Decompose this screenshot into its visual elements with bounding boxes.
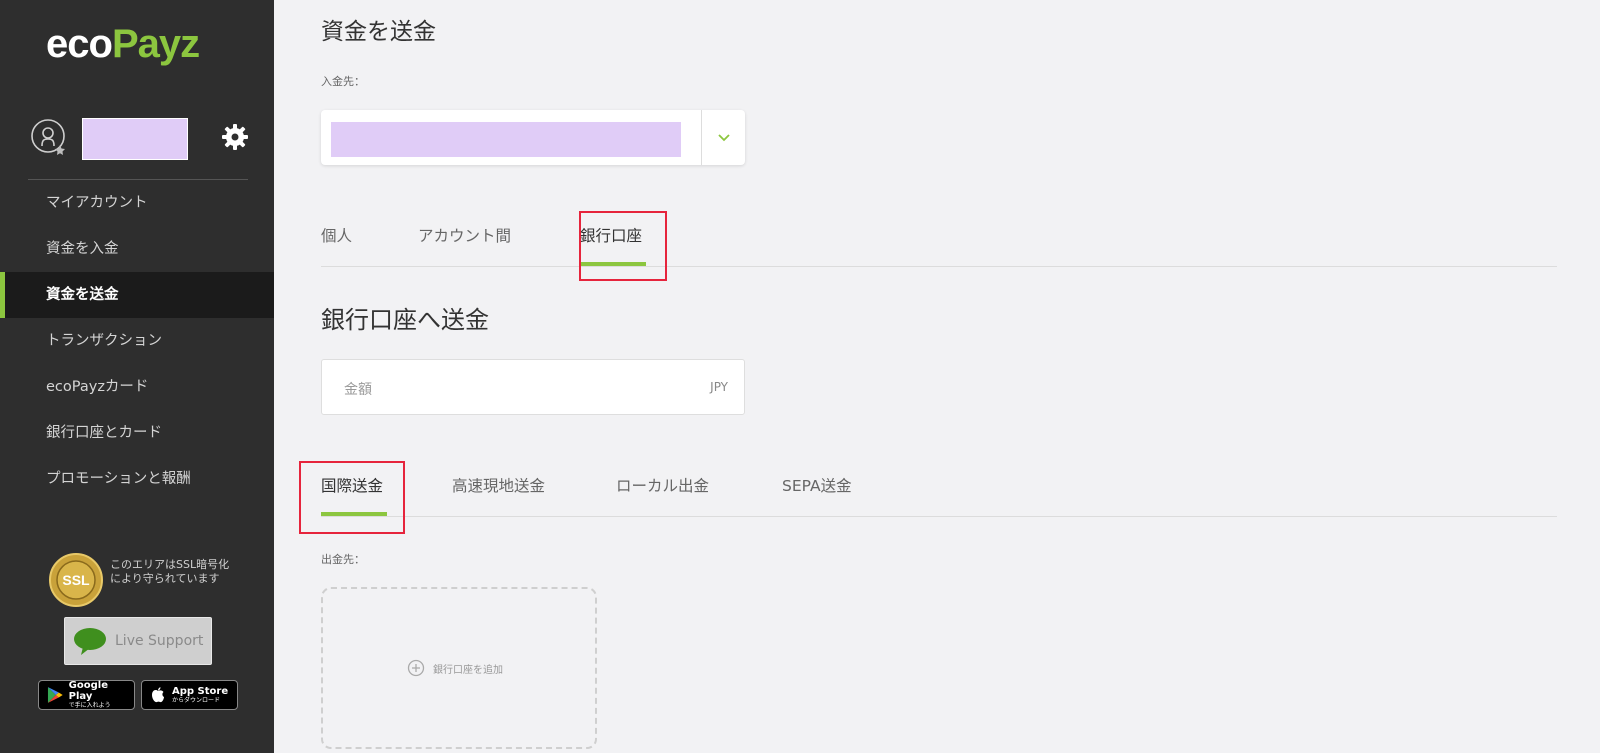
apple-icon [152, 687, 164, 703]
chat-bubble-icon [74, 628, 106, 655]
google-play-icon [47, 687, 63, 703]
username-redacted [82, 118, 188, 160]
app-store-subtitle: からダウンロード [172, 696, 221, 704]
google-play-badge[interactable]: Google Play で手に入れよう [38, 680, 135, 710]
user-avatar-icon[interactable] [30, 118, 70, 158]
tab-sepa[interactable]: SEPA送金 [782, 474, 852, 496]
sidebar-nav: マイアカウント 資金を入金 資金を送金 トランザクション ecoPayzカード … [0, 180, 274, 502]
ssl-notice: このエリアはSSL暗号化により守られています [110, 558, 230, 585]
destination-account-select[interactable] [321, 110, 745, 165]
transfer-method-tabs: 国際送金 高速現地送金 ローカル出金 SEPA送金 [321, 474, 1557, 517]
ssl-badge-label: SSL [62, 572, 90, 588]
google-play-subtitle: で手に入れよう [68, 702, 111, 709]
tab-personal[interactable]: 個人 [321, 224, 352, 246]
sidebar-item-deposit[interactable]: 資金を入金 [0, 226, 274, 272]
tab-local-withdrawal[interactable]: ローカル出金 [616, 474, 709, 496]
deposit-to-label: 入金先： [321, 75, 365, 88]
account-redacted [331, 122, 681, 157]
app-store-badge[interactable]: App Store からダウンロード [141, 680, 238, 710]
section-title: 銀行口座へ送金 [321, 306, 489, 334]
profile-area [30, 116, 250, 160]
ssl-badge-icon: SSL [49, 553, 103, 607]
select-separator [701, 110, 702, 165]
sidebar-item-transactions[interactable]: トランザクション [0, 318, 274, 364]
withdraw-to-label: 出金先： [321, 553, 365, 566]
live-support-button[interactable]: Live Support [64, 617, 212, 665]
app-store-title: App Store [172, 685, 229, 697]
ecopayz-logo[interactable]: ecoPayz [46, 22, 200, 67]
add-bank-account-card[interactable]: 銀行口座を追加 [321, 587, 597, 749]
highlight-box-international-tab [299, 461, 405, 534]
main-content: 資金を送金 入金先： 個人 アカウント間 銀行口座 銀行口座へ送金 金額 JPY… [274, 0, 1600, 753]
currency-label: JPY [710, 380, 728, 394]
sidebar-item-promotions[interactable]: プロモーションと報酬 [0, 456, 274, 502]
amount-placeholder: 金額 [344, 382, 372, 398]
plus-circle-icon [407, 659, 425, 677]
sidebar: ecoPayz マイアカウント 資金を入金 資金を送金 トランザクション eco… [0, 0, 274, 753]
gear-icon[interactable] [220, 122, 250, 152]
logo-payz-text: Payz [111, 22, 200, 66]
sidebar-item-bank-and-card[interactable]: 銀行口座とカード [0, 410, 274, 456]
chevron-down-icon[interactable] [717, 131, 731, 145]
tab-fast-local[interactable]: 高速現地送金 [452, 474, 545, 496]
add-bank-label: 銀行口座を追加 [433, 664, 503, 676]
highlight-box-bank-tab [579, 211, 667, 281]
google-play-title: Google Play [68, 680, 108, 702]
tab-between-accounts[interactable]: アカウント間 [418, 224, 511, 246]
logo-eco-text: eco [46, 22, 113, 66]
transfer-type-tabs: 個人 アカウント間 銀行口座 [321, 224, 1557, 267]
sidebar-item-my-account[interactable]: マイアカウント [0, 180, 274, 226]
sidebar-item-ecopayz-card[interactable]: ecoPayzカード [0, 364, 274, 410]
sidebar-item-transfer[interactable]: 資金を送金 [0, 272, 274, 318]
page-title: 資金を送金 [321, 19, 436, 45]
amount-input[interactable]: 金額 JPY [321, 359, 745, 415]
live-support-label: Live Support [115, 633, 204, 649]
